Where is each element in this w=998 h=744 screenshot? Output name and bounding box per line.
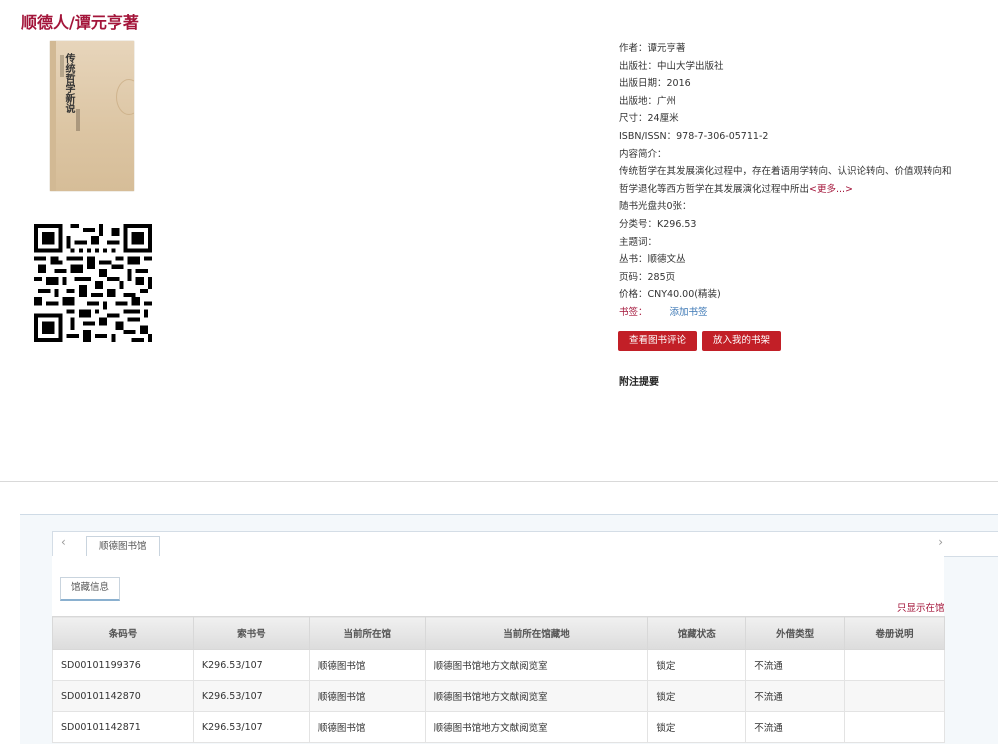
table-row: SD00101142870 K296.53/107 顺德图书馆 顺德图书馆地方文… <box>52 680 945 712</box>
cell-volume-note <box>844 711 945 743</box>
book-cover-image: 传统哲学新说 <box>50 41 134 191</box>
col-library: 当前所在馆 <box>308 616 426 650</box>
cell-library: 顺德图书馆 <box>308 711 426 743</box>
detail-author: 作者：谭元亨著 <box>619 43 686 54</box>
bookmark-label: 书签： <box>619 306 648 318</box>
only-show-available-link[interactable]: 只显示在馆 <box>897 600 945 614</box>
tab-library[interactable]: 顺德图书馆 <box>86 536 160 558</box>
notes-heading: 附注提要 <box>619 377 659 388</box>
cell-call-number: K296.53/107 <box>192 680 310 712</box>
detail-cd: 随书光盘共0张： <box>619 201 692 213</box>
more-link[interactable]: <更多...> <box>809 184 853 195</box>
detail-pub-place: 出版地：广州 <box>619 95 677 107</box>
cell-call-number: K296.53/107 <box>192 649 310 681</box>
cell-location: 顺德图书馆地方文献阅览室 <box>424 711 649 743</box>
view-reviews-button[interactable]: 查看图书评论 <box>618 331 698 351</box>
qr-code-icon <box>34 224 152 342</box>
detail-pub-date: 出版日期：2016 <box>619 78 691 90</box>
detail-summary-label: 内容简介： <box>619 148 667 160</box>
detail-class-no: 分类号：K296.53 <box>619 218 697 230</box>
detail-pages: 页码：285页 <box>619 271 676 283</box>
table-row: SD00101142871 K296.53/107 顺德图书馆 顺德图书馆地方文… <box>52 711 945 743</box>
cover-spine <box>50 41 56 191</box>
detail-subject: 主题词： <box>619 236 658 248</box>
action-buttons: 查看图书评论 放入我的书架 <box>618 328 786 351</box>
col-status: 馆藏状态 <box>647 616 747 650</box>
library-tab-bar: ‹ 顺德图书馆 › <box>52 531 998 558</box>
detail-size: 尺寸：24厘米 <box>619 113 679 125</box>
detail-isbn: ISBN/ISSN：978-7-306-05711-2 <box>619 130 769 142</box>
book-title: 顺德人/谭元亨著 <box>21 13 139 32</box>
col-location: 当前所在馆藏地 <box>424 616 649 650</box>
cell-location: 顺德图书馆地方文献阅览室 <box>424 649 649 681</box>
detail-publisher: 出版社：中山大学出版社 <box>619 60 724 72</box>
cell-library: 顺德图书馆 <box>308 649 426 681</box>
cell-volume-note <box>844 649 945 681</box>
cell-library: 顺德图书馆 <box>308 680 426 712</box>
cell-status: 锁定 <box>647 680 747 712</box>
cell-location: 顺德图书馆地方文献阅览室 <box>424 680 649 712</box>
cell-status: 锁定 <box>647 711 747 743</box>
chevron-left-icon[interactable]: ‹ <box>61 535 66 549</box>
col-loan-type: 外借类型 <box>745 616 846 650</box>
cell-barcode: SD00101199376 <box>52 649 194 681</box>
cell-call-number: K296.53/107 <box>192 711 310 743</box>
cell-loan-type: 不流通 <box>745 711 846 743</box>
section-divider <box>0 481 998 482</box>
holdings-table: 条码号 索书号 当前所在馆 当前所在馆藏地 馆藏状态 外借类型 卷册说明 SD0… <box>52 616 945 743</box>
cover-publisher-mark <box>76 109 80 131</box>
detail-bookmark: 书签： 添加书签 <box>619 304 979 322</box>
detail-price: 价格：CNY40.00(精装) <box>619 289 721 301</box>
detail-summary-line1: 传统哲学在其发展演化过程中，存在着语用学转向、认识论转向、价值观转向和 <box>619 166 952 178</box>
detail-series: 丛书：顺德文丛 <box>619 254 686 266</box>
col-call-number: 索书号 <box>192 616 310 650</box>
cell-barcode: SD00101142870 <box>52 680 194 712</box>
cover-title: 传统哲学新说 <box>63 53 74 113</box>
summary-text: 哲学退化等西方哲学在其发展演化过程中所出 <box>619 183 810 195</box>
cell-loan-type: 不流通 <box>745 649 846 681</box>
cell-status: 锁定 <box>647 649 747 681</box>
cover-ornament <box>116 79 134 115</box>
table-row: SD00101199376 K296.53/107 顺德图书馆 顺德图书馆地方文… <box>52 649 945 681</box>
cell-loan-type: 不流通 <box>745 680 846 712</box>
add-to-shelf-button[interactable]: 放入我的书架 <box>702 331 782 351</box>
col-barcode: 条码号 <box>52 616 194 650</box>
cell-volume-note <box>844 680 945 712</box>
detail-summary-line2: 哲学退化等西方哲学在其发展演化过程中所出<更多...> <box>619 181 979 199</box>
book-details: 作者：谭元亨著 出版社：中山大学出版社 出版日期：2016 出版地：广州 尺寸：… <box>619 40 979 322</box>
chevron-right-icon[interactable]: › <box>938 535 943 549</box>
table-header-row: 条码号 索书号 当前所在馆 当前所在馆藏地 馆藏状态 外借类型 卷册说明 <box>52 616 945 650</box>
tab-holdings-info[interactable]: 馆藏信息 <box>60 577 121 601</box>
cell-barcode: SD00101142871 <box>52 711 194 743</box>
add-bookmark-link[interactable]: 添加书签 <box>670 307 708 318</box>
col-volume-note: 卷册说明 <box>844 616 945 650</box>
